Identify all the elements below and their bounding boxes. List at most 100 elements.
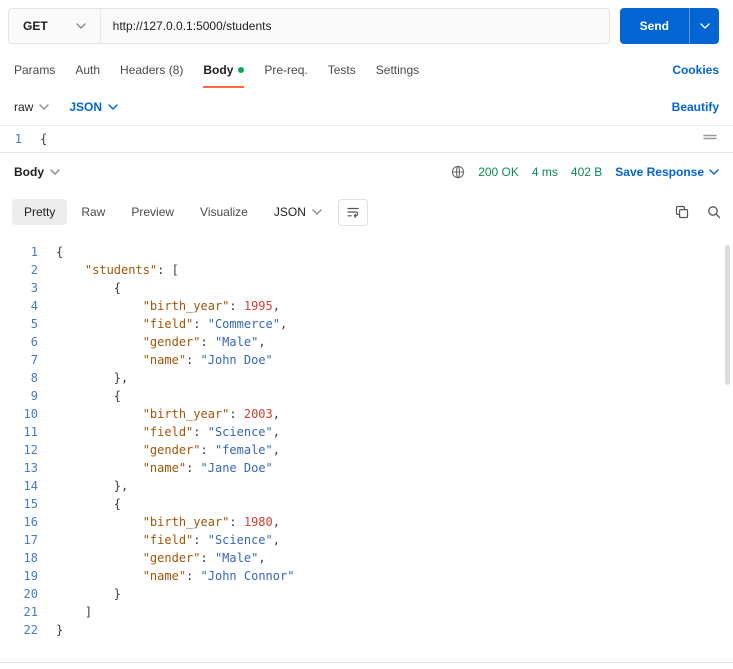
url-input[interactable]: http://127.0.0.1:5000/students <box>101 9 609 43</box>
code-text: "name": "Jane Doe" <box>142 461 273 475</box>
line-number: 17 <box>23 533 38 547</box>
line-number: 3 <box>30 281 38 295</box>
request-tabs: Params Auth Headers (8) Body Pre-req. Te… <box>0 52 733 88</box>
line-number: 4 <box>30 299 38 313</box>
code-line: 3 { <box>0 279 733 297</box>
code-text: "gender": "Male", <box>142 551 266 565</box>
response-tab-raw[interactable]: Raw <box>69 199 117 225</box>
code-text: { <box>56 245 64 259</box>
code-text: { <box>113 389 122 403</box>
line-number: 1 <box>14 132 22 146</box>
code-text: "gender": "Male", <box>142 335 266 349</box>
code-line: 15 { <box>0 495 733 513</box>
postman-request-view: GET http://127.0.0.1:5000/students Send … <box>0 0 733 669</box>
code-text: }, <box>113 371 129 385</box>
wrap-text-button[interactable] <box>337 198 368 226</box>
url-text: http://127.0.0.1:5000/students <box>112 19 272 33</box>
send-options-button[interactable] <box>689 8 719 44</box>
cookies-link[interactable]: Cookies <box>672 63 719 77</box>
code-line: 14 }, <box>0 477 733 495</box>
code-line: 12 "gender": "female", <box>0 441 733 459</box>
code-line: 8 }, <box>0 369 733 387</box>
code-text: "name": "John Connor" <box>142 569 295 583</box>
send-button[interactable]: Send <box>619 8 689 44</box>
copy-icon[interactable] <box>675 205 689 219</box>
code-line: 18 "gender": "Male", <box>0 549 733 567</box>
response-toolbar: Pretty Raw Preview Visualize JSON <box>0 191 733 233</box>
line-number: 7 <box>30 353 38 367</box>
line-number: 16 <box>23 515 38 529</box>
tab-settings[interactable]: Settings <box>376 52 419 88</box>
save-response-button[interactable]: Save Response <box>615 165 719 179</box>
tab-pre-request[interactable]: Pre-req. <box>264 52 307 88</box>
code-line: 17 "field": "Science", <box>0 531 733 549</box>
code-line: 21 ] <box>0 603 733 621</box>
line-number: 15 <box>23 497 38 511</box>
response-tab-pretty[interactable]: Pretty <box>12 199 68 225</box>
chevron-down-icon <box>108 103 118 110</box>
save-response-label: Save Response <box>615 165 704 179</box>
response-header: Body 200 OK 4 ms 402 B Save Response <box>0 153 733 191</box>
code-text: { <box>113 281 122 295</box>
line-number: 21 <box>23 605 38 619</box>
tab-headers[interactable]: Headers (8) <box>120 52 183 88</box>
url-group: GET http://127.0.0.1:5000/students <box>8 8 610 44</box>
response-tab-preview[interactable]: Preview <box>119 199 186 225</box>
request-body-editor[interactable]: 1{ <box>0 126 733 153</box>
code-text: "birth_year": 2003, <box>142 407 280 421</box>
response-view-label: Body <box>14 165 44 179</box>
tab-params[interactable]: Params <box>14 52 55 88</box>
language-label: JSON <box>69 99 103 114</box>
code-text: "gender": "female", <box>142 443 280 457</box>
search-icon[interactable] <box>707 205 721 219</box>
line-number: 11 <box>23 425 38 439</box>
code-line: 20 } <box>0 585 733 603</box>
request-url-bar: GET http://127.0.0.1:5000/students Send <box>0 0 733 52</box>
code-text: } <box>113 587 122 601</box>
language-dropdown[interactable]: JSON <box>69 100 118 114</box>
status-badge: 200 OK <box>478 165 519 179</box>
collapse-editor-icon[interactable] <box>703 132 717 142</box>
code-line: 9 { <box>0 387 733 405</box>
beautify-link[interactable]: Beautify <box>672 100 719 114</box>
code-text: }, <box>113 479 129 493</box>
tab-auth[interactable]: Auth <box>75 52 100 88</box>
response-code: 1{2 "students": [3 {4 "birth_year": 1995… <box>0 243 733 639</box>
tab-tests[interactable]: Tests <box>328 52 356 88</box>
wrap-text-icon <box>347 207 359 218</box>
code-text: } <box>56 623 64 637</box>
line-number: 14 <box>23 479 38 493</box>
response-language-dropdown[interactable]: JSON <box>274 205 322 219</box>
request-code: 1{ <box>0 130 733 148</box>
line-number: 6 <box>30 335 38 349</box>
line-number: 20 <box>23 587 38 601</box>
scrollbar-thumb[interactable] <box>725 245 730 385</box>
line-number: 12 <box>23 443 38 457</box>
line-number: 19 <box>23 569 38 583</box>
tab-body[interactable]: Body <box>203 52 245 88</box>
chevron-down-icon <box>39 103 50 110</box>
code-line: 13 "name": "Jane Doe" <box>0 459 733 477</box>
line-number: 18 <box>23 551 38 565</box>
code-text: "field": "Science", <box>142 425 280 439</box>
response-meta: 200 OK 4 ms 402 B Save Response <box>451 165 719 179</box>
response-tab-visualize[interactable]: Visualize <box>188 199 260 225</box>
method-label: GET <box>23 19 48 33</box>
send-split-button: Send <box>619 8 719 44</box>
method-dropdown[interactable]: GET <box>9 9 101 43</box>
response-view-dropdown[interactable]: Body <box>14 165 60 179</box>
code-text: "birth_year": 1980, <box>142 515 280 529</box>
chevron-down-icon <box>50 169 60 175</box>
tab-label: Pre-req. <box>264 63 308 77</box>
response-actions <box>675 205 721 219</box>
body-mode-dropdown[interactable]: raw <box>14 100 50 114</box>
code-text: { <box>40 132 48 146</box>
line-number: 5 <box>30 317 38 331</box>
line-number: 13 <box>23 461 38 475</box>
chevron-down-icon <box>709 169 719 175</box>
code-line: 11 "field": "Science", <box>0 423 733 441</box>
line-number: 9 <box>30 389 38 403</box>
code-text: "birth_year": 1995, <box>142 299 280 313</box>
code-line: 1{ <box>0 243 733 261</box>
line-number: 8 <box>30 371 38 385</box>
